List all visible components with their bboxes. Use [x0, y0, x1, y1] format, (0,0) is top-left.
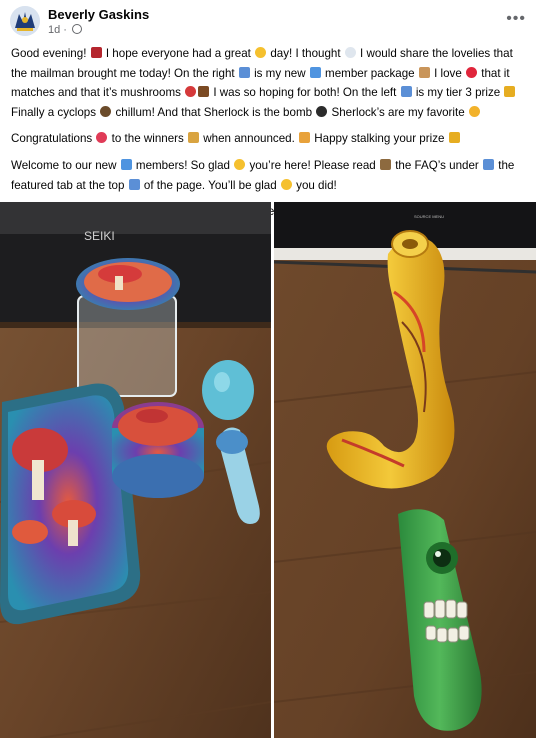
- photo-right[interactable]: SOURCE MENU: [274, 202, 536, 738]
- post-paragraph: Welcome to our new members! So glad you’…: [11, 156, 531, 195]
- post-paragraph: Congratulations to the winners when anno…: [11, 129, 531, 149]
- post-text-segment: you did!: [292, 178, 337, 192]
- hourglass-icon: [188, 132, 200, 144]
- post-timestamp[interactable]: 1d: [48, 24, 60, 36]
- author-name[interactable]: Beverly Gaskins: [48, 7, 149, 22]
- avatar[interactable]: [10, 6, 40, 36]
- party-popper-icon: [299, 132, 311, 144]
- post-text-segment: members! So glad: [132, 158, 234, 172]
- monitor-text: SOURCE MENU: [414, 214, 444, 219]
- photo-right-image: SOURCE MENU: [274, 202, 536, 738]
- more-options-button[interactable]: •••: [506, 10, 526, 28]
- photo-grid: SEIKI SOURCE MENU: [0, 202, 536, 738]
- post-text-segment: Good evening!: [11, 47, 90, 60]
- bomb-icon: [316, 105, 328, 117]
- heart-eyes-icon: [468, 105, 480, 117]
- trophy-icon: [448, 132, 460, 144]
- left-arrow-icon: [238, 66, 250, 78]
- avatar-image: [10, 6, 40, 36]
- post-text-segment: day! I thought: [267, 47, 344, 60]
- post-text-segment: of the page. You’ll be glad: [140, 178, 280, 192]
- post-text-segment: to the winners: [108, 132, 188, 146]
- right-arrow-icon: [400, 86, 412, 98]
- post-text-segment: I hope everyone had a great: [102, 47, 255, 60]
- globe-icon: [72, 24, 83, 34]
- post-text-segment: the FAQ’s under: [391, 158, 482, 172]
- grinning-face-icon: [280, 178, 292, 190]
- package-icon: [418, 66, 430, 78]
- post-text-segment: Congratulations: [11, 132, 96, 146]
- post-text-segment: Welcome to our new: [11, 158, 120, 172]
- trophy-icon: [504, 86, 516, 98]
- post-meta: 1d ·: [48, 24, 83, 36]
- post-text-segment: Sherlock’s are my favorite: [328, 105, 468, 119]
- post-text-segment: member package: [321, 66, 418, 80]
- grinning-face-icon: [234, 158, 246, 170]
- post-text-segment: chillum! And that Sherlock is the bomb: [112, 105, 316, 119]
- photo-left-image: SEIKI: [0, 202, 271, 738]
- eye-icon: [100, 105, 112, 117]
- post-paragraph: Good evening! I hope everyone had a grea…: [11, 44, 531, 122]
- love-letter-icon: [90, 47, 102, 58]
- thought-bubble-icon: [344, 47, 356, 58]
- post-text-segment: I was so hoping for both! On the left: [210, 86, 400, 100]
- post-text-segment: is my tier 3 prize: [412, 86, 504, 100]
- new-badge-icon: [120, 158, 132, 170]
- new-badge-icon: [309, 66, 321, 78]
- brown-square-icon: [198, 86, 210, 98]
- smiling-face-icon: [255, 47, 267, 58]
- open-book-icon: [379, 158, 391, 170]
- post-text-segment: Happy stalking your prize: [311, 132, 448, 146]
- mushroom-icon: [185, 86, 197, 98]
- post-text-segment: Finally a cyclops: [11, 105, 100, 119]
- down-arrow-icon: [483, 158, 494, 170]
- heart-icon: [466, 66, 478, 78]
- post-header: Beverly Gaskins 1d · •••: [0, 0, 536, 42]
- post-text-segment: you’re here! Please read: [246, 158, 379, 172]
- post-text-segment: I love: [430, 66, 466, 80]
- facebook-post: Beverly Gaskins 1d · ••• Good evening! I…: [0, 0, 536, 738]
- post-text-segment: is my new: [250, 66, 309, 80]
- balloon-icon: [96, 132, 108, 144]
- post-text-segment: when announced.: [200, 132, 299, 146]
- photo-left[interactable]: SEIKI: [0, 202, 271, 738]
- up-arrow-icon: [128, 178, 140, 190]
- monitor-brand: SEIKI: [84, 229, 115, 243]
